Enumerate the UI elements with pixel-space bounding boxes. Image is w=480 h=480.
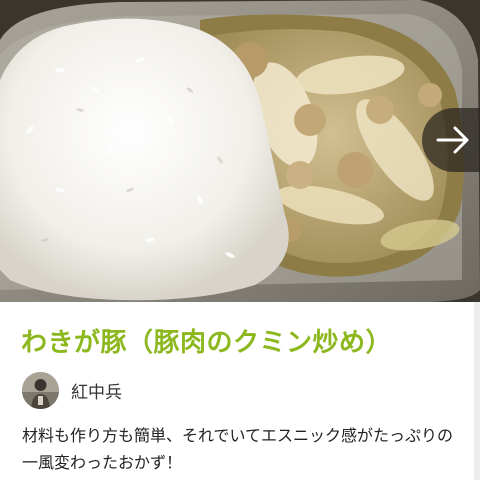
recipe-title[interactable]: わきが豚（豚肉のクミン炒め） [21, 322, 392, 359]
avatar-image [22, 372, 59, 409]
arrow-right-icon [436, 126, 469, 154]
avatar[interactable] [22, 372, 59, 409]
food-image [0, 0, 480, 302]
next-photo-button[interactable] [422, 108, 480, 172]
recipe-description: 材料も作り方も簡単、それでいてエスニック感がたっぷりの一風変わったおかず！ [22, 426, 454, 472]
recipe-card[interactable]: わきが豚（豚肉のクミン炒め） 紅中兵 材料も作り方も簡単、それでいてエスニック感… [0, 0, 480, 480]
author-name[interactable]: 紅中兵 [71, 378, 122, 403]
recipe-photo[interactable] [0, 0, 480, 302]
author-info[interactable]: 紅中兵 [22, 372, 122, 409]
next-card-edge [474, 302, 480, 480]
